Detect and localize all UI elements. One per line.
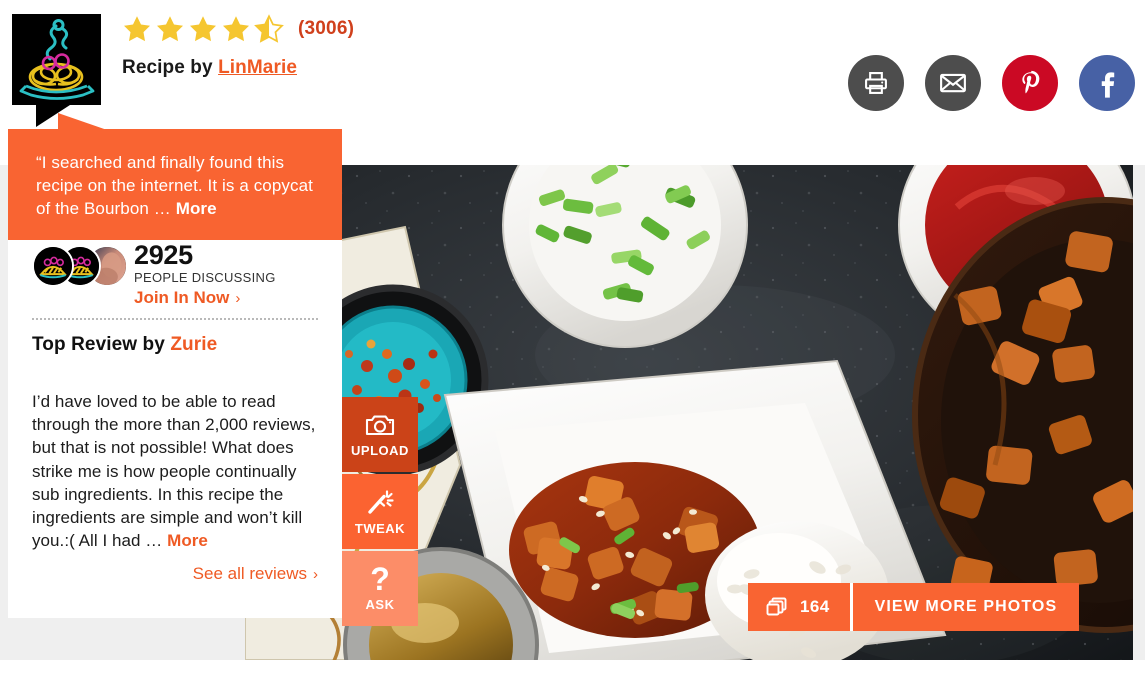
rating-stars[interactable]: (3006) [122,14,354,44]
camera-icon [365,415,395,435]
photo-stack-icon [766,597,787,616]
star-full-icon [124,16,150,42]
share-buttons [848,55,1135,111]
discussing-label: PEOPLE DISCUSSING [134,270,276,285]
join-in-now-label: Join In Now [134,288,230,307]
reviewer-link[interactable]: Zurie [170,334,217,355]
discussing-count: 2925 [134,240,193,270]
upload-button[interactable]: UPLOAD [342,397,418,472]
review-more-link[interactable]: More [167,531,208,550]
discussing-info: 2925 PEOPLE DISCUSSING Join In Now › [134,241,276,308]
tweak-button[interactable]: TWEAK [342,474,418,549]
view-more-photos-bar: 164 VIEW MORE PHOTOS [748,583,1080,631]
question-mark-icon: ? [370,560,390,597]
top-review-prefix: Top Review by [32,334,165,355]
quote-body: “I searched and finally found this recip… [36,153,313,218]
featured-quote-bubble[interactable]: “I searched and finally found this recip… [8,129,342,240]
chevron-right-icon: › [313,565,318,583]
see-all-reviews-label: See all reviews [192,564,307,584]
recipe-logo[interactable] [12,14,101,127]
ask-button[interactable]: ? ASK [342,551,418,626]
email-button[interactable] [925,55,981,111]
upload-label: UPLOAD [351,442,409,458]
facebook-button[interactable] [1079,55,1135,111]
pinterest-icon [1022,70,1040,94]
top-review-heading: Top Review by Zurie [32,334,318,356]
avatar-taco-1[interactable] [32,245,74,287]
byline-prefix: Recipe by [122,57,213,78]
star-half-icon [254,14,284,43]
photo-count: 164 [800,597,830,616]
section-divider [32,318,318,320]
recipe-page: (3006) Recipe by LinMarie “I searched an… [0,0,1145,675]
view-more-photos-button[interactable]: VIEW MORE PHOTOS [852,583,1080,631]
review-text: I’d have loved to be able to read throug… [32,392,316,551]
quote-text: “I searched and finally found this recip… [36,151,320,220]
pinterest-button[interactable] [1002,55,1058,111]
discussing-avatars [32,245,128,289]
star-full-icon [157,16,183,42]
magic-wand-icon [368,489,394,514]
join-in-now-link[interactable]: Join In Now › [134,288,240,308]
rating-count: (3006) [298,18,355,39]
spaghetti-plate-logo-icon [12,14,101,105]
see-all-reviews-link[interactable]: See all reviews › [32,564,318,584]
photo-count-button[interactable]: 164 [748,583,850,631]
envelope-icon [940,73,966,93]
print-button[interactable] [848,55,904,111]
star-full-icon [223,16,249,42]
review-sidebar-card: 2925 PEOPLE DISCUSSING Join In Now › Top… [8,227,342,618]
tweak-label: TWEAK [354,520,406,536]
recipe-byline: Recipe by LinMarie [122,57,297,79]
photo-action-rail: UPLOAD TWEAK ? ASK [342,397,418,626]
facebook-icon [1101,72,1115,98]
quote-more-link[interactable]: More [176,199,217,218]
author-link[interactable]: LinMarie [218,57,297,78]
ask-label: ASK [365,596,395,612]
chevron-right-icon: › [235,289,241,307]
star-full-icon [190,16,216,42]
top-review-body: I’d have loved to be able to read throug… [32,390,318,552]
printer-icon [865,72,887,94]
